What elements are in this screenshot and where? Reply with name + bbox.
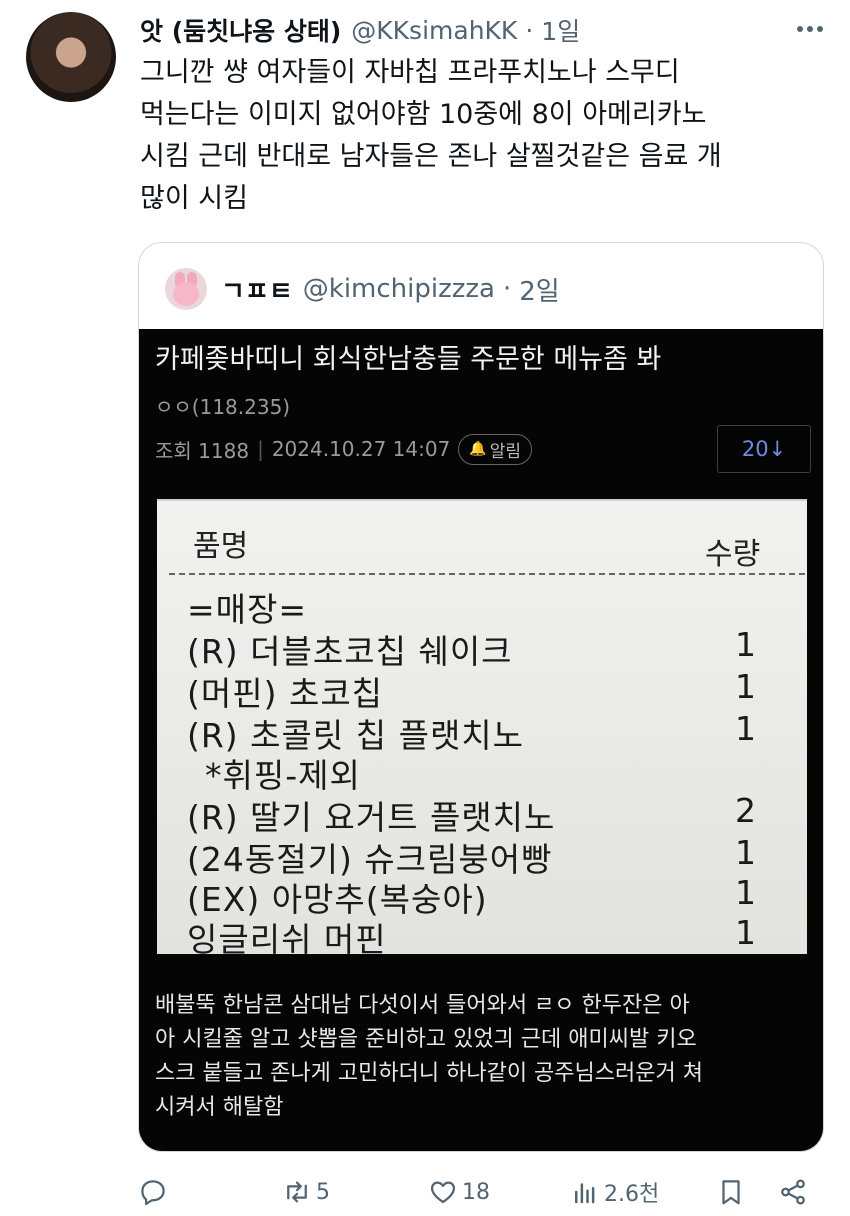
receipt-qty: 1 bbox=[735, 873, 756, 912]
tweet-text: 그니깐 썅 여자들이 자바칩 프라푸치노나 스무디 먹는다는 이미지 없어야함 … bbox=[140, 52, 830, 220]
more-dots-icon[interactable] bbox=[790, 14, 830, 44]
community-post-image: 카페좆바띠니 회식한남충들 주문한 메뉴좀 봐 ㅇㅇ(118.235) 조회 1… bbox=[139, 329, 823, 1151]
post-body-line: 배불뚝 한남콘 삼대남 다섯이서 들어와서 ㄹㅇ 한두잔은 아 bbox=[155, 993, 690, 1018]
tweet-text-line: 시킴 근데 반대로 남자들은 존나 살찔것같은 음료 개 bbox=[140, 141, 722, 172]
receipt-item: (머핀) 초코칩 bbox=[187, 674, 384, 713]
receipt-item: (R) 딸기 요거트 플랫치노 bbox=[187, 798, 556, 837]
action-bar: 5 18 2.6천 bbox=[0, 1166, 850, 1216]
post-author: ㅇㅇ(118.235) bbox=[155, 395, 291, 419]
share-button[interactable] bbox=[778, 1174, 812, 1210]
receipt-divider bbox=[169, 573, 805, 575]
quote-timestamp[interactable]: 2일 bbox=[519, 271, 559, 308]
post-body-line: 아 시킬줄 알고 샷뽑을 준비하고 있었긔 근데 애미씨발 키오 bbox=[155, 1027, 697, 1052]
comment-count-badge: 20↓ bbox=[717, 425, 811, 473]
receipt-item: (R) 더블초코칩 쉐이크 bbox=[187, 632, 513, 671]
post-views: 조회 1188 bbox=[155, 438, 250, 463]
receipt-qty: 2 bbox=[735, 791, 756, 830]
timestamp[interactable]: 1일 bbox=[541, 12, 580, 48]
display-name[interactable]: 앗 (둠칫냐옹 상태) bbox=[140, 12, 341, 48]
avatar[interactable] bbox=[26, 12, 116, 102]
receipt-qty: 1 bbox=[735, 709, 756, 748]
post-datetime: 2024.10.27 14:07 bbox=[271, 437, 451, 461]
reply-button[interactable] bbox=[138, 1174, 172, 1210]
receipt-qty: 1 bbox=[735, 913, 756, 952]
post-body-line: 시켜서 해탈함 bbox=[155, 1095, 284, 1120]
quote-display-name[interactable]: ㄱㅍㅌ bbox=[221, 271, 293, 308]
receipt-header-qty: 수량 bbox=[705, 537, 761, 572]
bell-icon: 🔔 bbox=[469, 441, 487, 457]
retweet-button[interactable]: 5 bbox=[282, 1174, 330, 1210]
views-icon bbox=[575, 1183, 595, 1204]
tweet-text-line: 많이 시킴 bbox=[140, 183, 248, 214]
quote-separator: · bbox=[502, 274, 512, 304]
receipt-item: *휘핑-제외 bbox=[205, 756, 361, 795]
retweet-icon bbox=[287, 1181, 307, 1203]
receipt-item: =매장= bbox=[187, 590, 308, 629]
tweet-header: 앗 (둠칫냐옹 상태) @KKsimahKK · 1일 bbox=[140, 12, 580, 48]
post-body: 배불뚝 한남콘 삼대남 다섯이서 들어와서 ㄹㅇ 한두잔은 아 아 시킬줄 알고… bbox=[155, 989, 805, 1125]
heart-icon bbox=[430, 1181, 456, 1204]
bookmark-icon bbox=[722, 1180, 740, 1205]
receipt-header-item: 품명 bbox=[193, 529, 249, 564]
tweet-text-line: 그니깐 썅 여자들이 자바칩 프라푸치노나 스무디 bbox=[140, 57, 680, 88]
receipt-item: 잉글리쉬 머핀 bbox=[187, 920, 387, 959]
meta-divider: | bbox=[257, 437, 264, 461]
share-icon bbox=[781, 1179, 805, 1205]
reply-icon bbox=[141, 1180, 165, 1206]
bookmark-button[interactable] bbox=[716, 1174, 750, 1210]
quote-avatar[interactable] bbox=[165, 268, 207, 310]
receipt-qty: 1 bbox=[735, 625, 756, 664]
alarm-label: 알림 bbox=[489, 441, 522, 462]
post-meta: 조회 1188 | 2024.10.27 14:07 🔔 알림 bbox=[155, 431, 533, 467]
quote-user-handle[interactable]: @kimchipizzza bbox=[303, 274, 495, 304]
quoted-tweet[interactable]: ㄱㅍㅌ @kimchipizzza · 2일 카페좆바띠니 회식한남충들 주문한… bbox=[138, 242, 824, 1152]
quote-header: ㄱㅍㅌ @kimchipizzza · 2일 bbox=[165, 267, 560, 311]
post-body-line: 스크 붙들고 존나게 고민하더니 하나같이 공주님스러운거 쳐 bbox=[155, 1061, 703, 1086]
receipt-qty: 1 bbox=[735, 667, 756, 706]
view-count: 2.6천 bbox=[604, 1182, 660, 1207]
retweet-count: 5 bbox=[316, 1179, 330, 1205]
separator: · bbox=[525, 15, 534, 45]
like-button[interactable]: 18 bbox=[428, 1174, 490, 1210]
tweet-text-line: 먹는다는 이미지 없어야함 10중에 8이 아메리카노 bbox=[140, 99, 707, 130]
receipt-photo: 품명 수량 =매장= (R) 더블초코칩 쉐이크 1 (머핀) 초코칩 1 (R… bbox=[157, 499, 807, 959]
receipt-qty: 1 bbox=[735, 833, 756, 872]
user-handle[interactable]: @KKsimahKK bbox=[351, 16, 517, 45]
alarm-button: 🔔 알림 bbox=[458, 433, 533, 465]
post-title: 카페좆바띠니 회식한남충들 주문한 메뉴좀 봐 bbox=[155, 344, 662, 375]
views-button[interactable]: 2.6천 bbox=[570, 1174, 659, 1210]
like-count: 18 bbox=[462, 1179, 490, 1205]
